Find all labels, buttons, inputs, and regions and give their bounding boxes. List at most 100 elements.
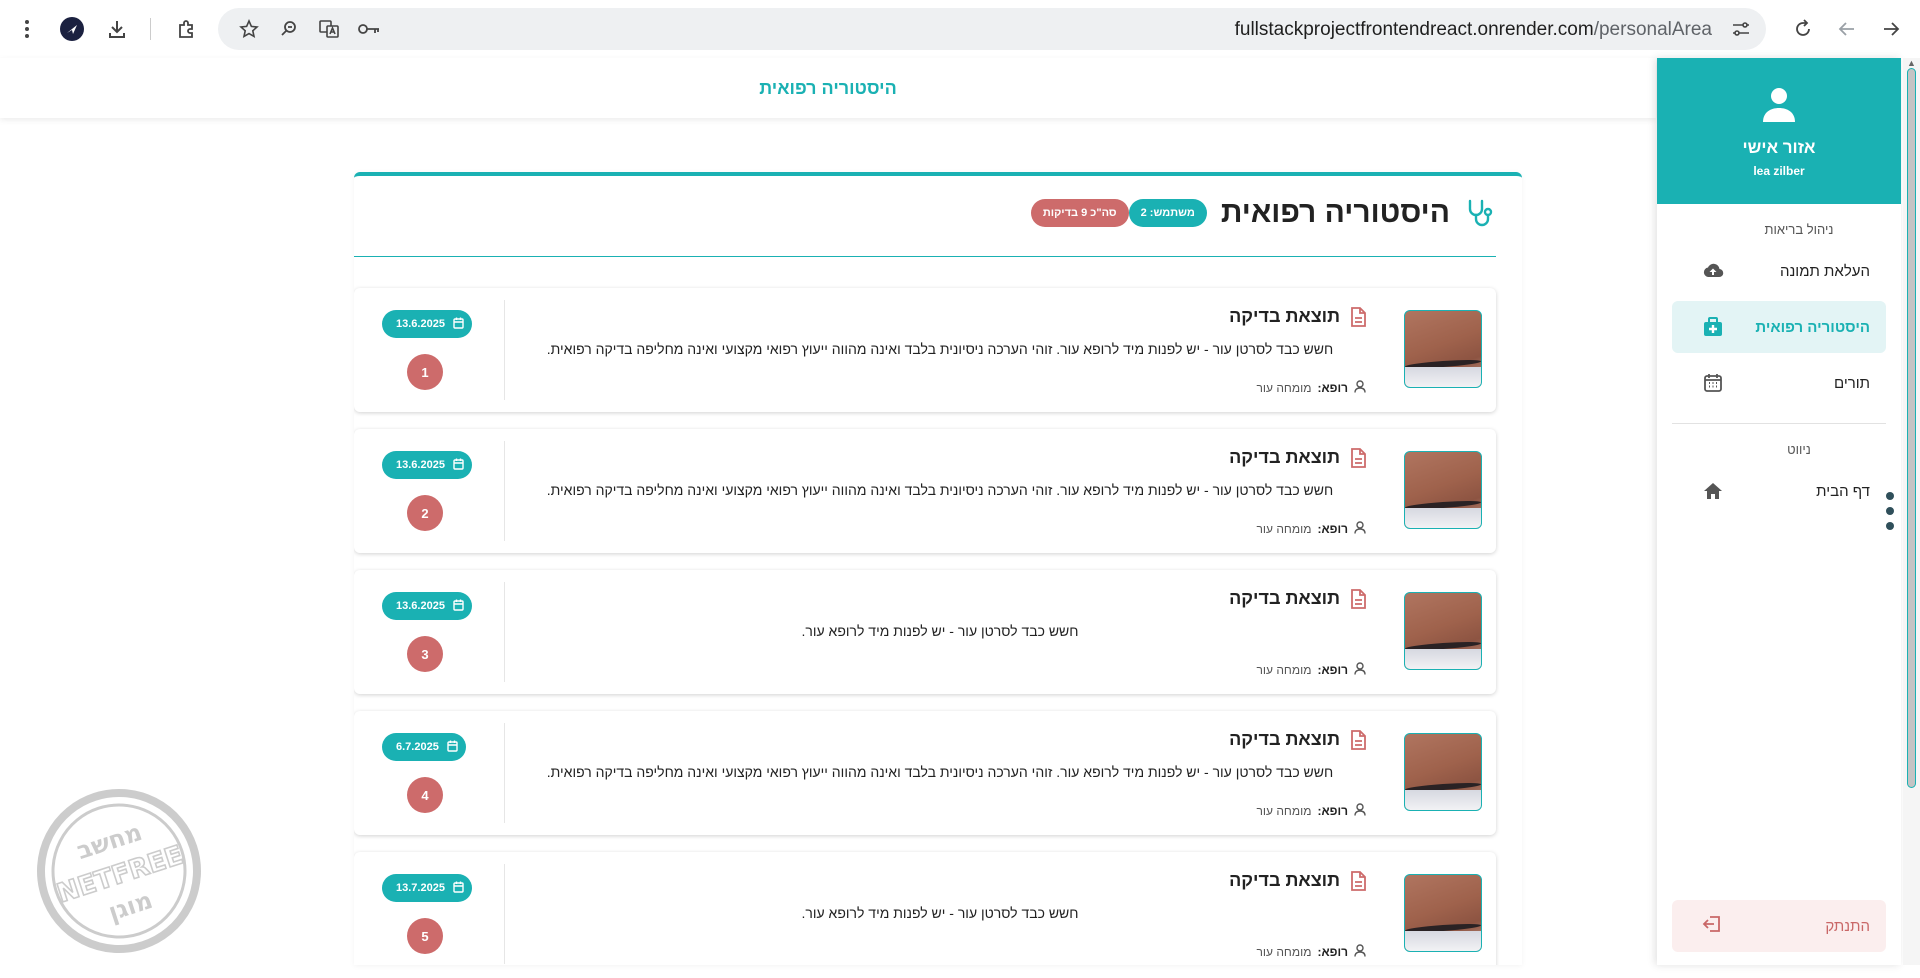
browser-toolbar: fullstackprojectfrontendreact.onrender.c…	[0, 0, 1920, 58]
user-avatar-icon	[1759, 84, 1799, 124]
record-number: 3	[407, 636, 443, 672]
person-icon	[1354, 380, 1366, 396]
sidebar-item-medical-history[interactable]: היסטוריה רפואית	[1672, 301, 1886, 353]
record-result-text: חשש כבד לסרטן עור - יש לפנות מיד לרופא ע…	[546, 341, 1334, 357]
sidebar-divider	[1672, 423, 1886, 424]
stethoscope-icon	[1464, 197, 1496, 229]
record-card: תוצאת בדיקה חשש כבד לסרטן עור - יש לפנות…	[354, 288, 1496, 412]
calendar-small-icon	[453, 458, 464, 473]
calendar-small-icon	[447, 740, 458, 755]
calendar-icon	[1702, 372, 1724, 394]
doctor-name: מומחה עור	[1256, 945, 1312, 959]
more-menu-icon[interactable]	[12, 14, 42, 44]
skin-image-thumbnail[interactable]	[1404, 874, 1482, 952]
doctor-label: רופא:	[1317, 945, 1348, 959]
record-date-badge: 13.6.2025	[382, 451, 472, 479]
forward-arrow-icon[interactable]	[1876, 14, 1906, 44]
scrollbar-thumb[interactable]	[1907, 68, 1916, 788]
translate-icon[interactable]	[314, 14, 344, 44]
url-text[interactable]: fullstackprojectfrontendreact.onrender.c…	[1235, 19, 1712, 41]
calendar-small-icon	[453, 881, 464, 896]
bookmark-star-icon[interactable]	[234, 14, 264, 44]
record-date: 6.7.2025	[396, 741, 439, 753]
sidebar-header: אזור אישי lea zilber	[1657, 58, 1901, 204]
address-bar[interactable]: fullstackprojectfrontendreact.onrender.c…	[218, 8, 1766, 50]
download-icon[interactable]	[102, 14, 132, 44]
site-settings-icon[interactable]	[1726, 14, 1756, 44]
record-title: תוצאת בדיקה	[1229, 870, 1340, 890]
record-doctor: רופא: מומחה עור	[1256, 380, 1366, 396]
record-card: תוצאת בדיקה חשש כבד לסרטן עור - יש לפנות…	[354, 429, 1496, 553]
record-title: תוצאת בדיקה	[1229, 447, 1340, 467]
document-icon	[1348, 729, 1366, 750]
back-arrow-icon[interactable]	[1832, 14, 1862, 44]
zoom-icon[interactable]	[274, 14, 304, 44]
record-number: 5	[407, 918, 443, 954]
page-content: היסטוריה רפואית היסטוריה רפואית משתמש: 2…	[0, 58, 1920, 965]
record-date-badge: 13.6.2025	[382, 592, 472, 620]
medical-bag-icon	[1702, 316, 1724, 338]
record-date-badge: 6.7.2025	[382, 733, 466, 761]
sidebar-item-label: תורים	[1833, 374, 1870, 392]
record-divider	[504, 582, 505, 682]
record-date: 13.6.2025	[396, 459, 445, 471]
profile-avatar-icon[interactable]	[57, 14, 87, 44]
record-result-text: חשש כבד לסרטן עור - יש לפנות מיד לרופא ע…	[801, 905, 1079, 921]
sidebar-item-upload-image[interactable]: העלאת תמונה	[1672, 245, 1886, 297]
document-icon	[1348, 588, 1366, 609]
doctor-label: רופא:	[1317, 663, 1348, 677]
record-title-row: תוצאת בדיקה	[1229, 447, 1366, 468]
person-icon	[1354, 662, 1366, 678]
record-doctor: רופא: מומחה עור	[1256, 944, 1366, 960]
sidebar-item-label: דף הבית	[1816, 482, 1870, 500]
skin-image-thumbnail[interactable]	[1404, 733, 1482, 811]
record-title-row: תוצאת בדיקה	[1229, 306, 1366, 327]
sidebar-item-appointments[interactable]: תורים	[1672, 357, 1886, 409]
sidebar-item-label: העלאת תמונה	[1779, 262, 1870, 280]
drag-handle-dots-icon[interactable]	[1886, 492, 1896, 537]
logout-icon	[1702, 914, 1722, 938]
doctor-name: מומחה עור	[1256, 381, 1312, 395]
record-title: תוצאת בדיקה	[1229, 588, 1340, 608]
section-health-label: ניהול בריאות	[1764, 222, 1834, 237]
record-date: 13.6.2025	[396, 600, 445, 612]
card-title: היסטוריה רפואית	[1220, 196, 1450, 229]
password-key-icon[interactable]	[354, 14, 384, 44]
records-list: תוצאת בדיקה חשש כבד לסרטן עור - יש לפנות…	[354, 288, 1496, 965]
sidebar-item-label: היסטוריה רפואית	[1755, 318, 1870, 336]
record-number: 1	[407, 354, 443, 390]
record-card: תוצאת בדיקה חשש כבד לסרטן עור - יש לפנות…	[354, 711, 1496, 835]
skin-image-thumbnail[interactable]	[1404, 310, 1482, 388]
badges: משתמש: 2 סה"כ 9 בדיקות	[1030, 199, 1207, 227]
record-date-badge: 13.6.2025	[382, 310, 472, 338]
document-icon	[1348, 447, 1366, 468]
record-card: תוצאת בדיקה חשש כבד לסרטן עור - יש לפנות…	[354, 570, 1496, 694]
doctor-label: רופא:	[1317, 522, 1348, 536]
user-badge: משתמש: 2	[1128, 199, 1207, 227]
record-date: 13.6.2025	[396, 318, 445, 330]
sidebar-username: lea zilber	[1753, 164, 1805, 178]
app-topbar: היסטוריה רפואית	[0, 58, 1656, 118]
skin-image-thumbnail[interactable]	[1404, 592, 1482, 670]
record-divider	[504, 723, 505, 823]
toolbar-divider	[150, 18, 151, 40]
page-scrollbar[interactable]: ▲	[1903, 58, 1920, 965]
skin-image-thumbnail[interactable]	[1404, 451, 1482, 529]
calendar-small-icon	[453, 599, 464, 614]
record-result-text: חשש כבד לסרטן עור - יש לפנות מיד לרופא ע…	[546, 482, 1334, 498]
record-doctor: רופא: מומחה עור	[1256, 803, 1366, 819]
scroll-up-arrow-icon[interactable]: ▲	[1907, 58, 1916, 68]
record-divider	[504, 864, 505, 964]
record-title: תוצאת בדיקה	[1229, 306, 1340, 326]
topbar-title: היסטוריה רפואית	[759, 77, 897, 98]
record-divider	[504, 441, 505, 541]
record-card: תוצאת בדיקה חשש כבד לסרטן עור - יש לפנות…	[354, 852, 1496, 965]
doctor-label: רופא:	[1317, 804, 1348, 818]
sidebar: אזור אישי lea zilber ניהול בריאות העלאת …	[1657, 58, 1901, 965]
person-icon	[1354, 944, 1366, 960]
medical-history-card: היסטוריה רפואית משתמש: 2 סה"כ 9 בדיקות ת…	[354, 172, 1522, 965]
extensions-icon[interactable]	[171, 14, 201, 44]
reload-icon[interactable]	[1788, 14, 1818, 44]
sidebar-item-home[interactable]: דף הבית	[1672, 465, 1886, 517]
logout-button[interactable]: התנתק	[1672, 900, 1886, 952]
